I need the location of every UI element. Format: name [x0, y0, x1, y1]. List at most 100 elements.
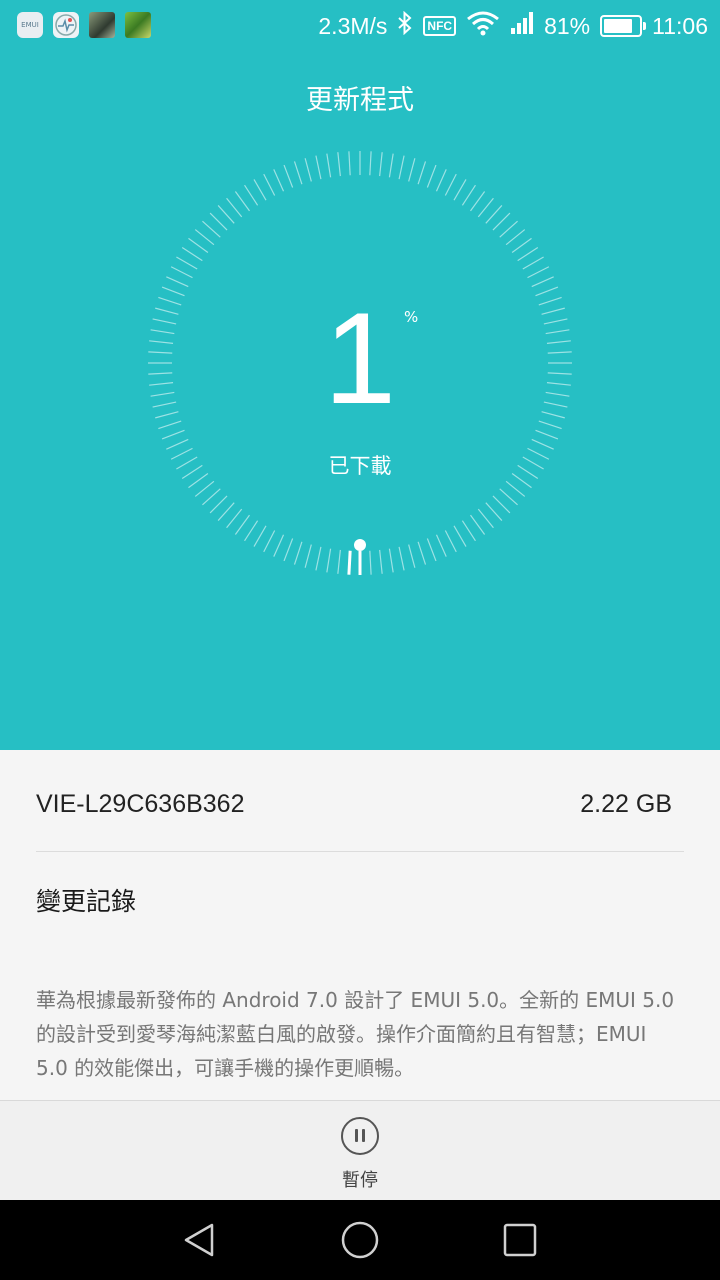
progress-tick	[293, 161, 303, 185]
progress-tick	[379, 152, 383, 177]
progress-tick	[531, 438, 554, 450]
progress-tick	[337, 549, 341, 574]
progress-tick	[347, 550, 352, 575]
progress-tick	[273, 169, 285, 192]
progress-tick	[477, 508, 494, 529]
wifi-icon	[466, 10, 500, 42]
progress-percent-sign: %	[404, 308, 419, 326]
emui-icon: EMUI	[17, 12, 43, 38]
progress-label: 已下載	[328, 454, 392, 478]
progress-tick	[492, 495, 511, 514]
progress-tick	[453, 525, 467, 547]
progress-tick	[453, 179, 467, 201]
progress-tick	[435, 169, 447, 192]
progress-tick	[188, 237, 209, 253]
progress-tick	[166, 438, 189, 450]
progress-tick	[194, 480, 215, 497]
progress-tick	[398, 155, 405, 180]
recents-icon[interactable]	[503, 1223, 537, 1257]
progress-tick	[217, 502, 235, 521]
progress-tick	[505, 229, 526, 246]
progress-tick	[273, 534, 285, 557]
progress-tick	[408, 544, 416, 568]
clock: 11:06	[652, 12, 708, 39]
progress-tick	[426, 538, 437, 562]
progress-tick	[244, 184, 259, 206]
progress-tick	[511, 237, 532, 253]
progress-tick	[499, 220, 518, 238]
progress-tick	[326, 548, 332, 573]
status-bar: EMUI 2.3M/s NFC 81% 11:06	[0, 0, 720, 52]
pause-button-label[interactable]: 暫停	[0, 1166, 720, 1192]
progress-tick	[369, 151, 372, 176]
battery-fill	[604, 19, 633, 33]
progress-tick	[417, 541, 427, 565]
progress-tick	[505, 480, 526, 497]
battery-percent: 81%	[544, 12, 591, 39]
progress-tick	[176, 256, 198, 270]
progress-tick	[253, 179, 267, 201]
navigation-bar	[0, 1200, 720, 1280]
progress-tick	[293, 541, 303, 565]
progress-tick	[499, 488, 518, 506]
progress-tick	[194, 229, 215, 246]
app-thumbnail-icon	[125, 12, 151, 38]
progress-tick	[435, 534, 447, 557]
progress-tick	[283, 164, 294, 188]
photo-thumbnail-icon	[89, 12, 115, 38]
progress-tick	[470, 191, 486, 212]
progress-tick	[517, 247, 539, 262]
progress-tick	[461, 520, 476, 542]
pause-bar-right	[362, 1129, 365, 1142]
cellular-signal-icon	[510, 11, 534, 41]
changelog-body: 華為根據最新發佈的 Android 7.0 設計了 EMUI 5.0。全新的 E…	[36, 988, 675, 1080]
progress-tick	[181, 247, 203, 262]
package-size: 2.22 GB	[580, 790, 672, 818]
progress-tick	[535, 429, 559, 440]
progress-tick	[304, 544, 312, 568]
progress-tick	[226, 508, 243, 529]
progress-tick	[485, 502, 503, 521]
progress-tick	[426, 164, 437, 188]
progress-tick	[408, 158, 416, 182]
progress-tick	[379, 549, 383, 574]
progress-tick	[388, 153, 394, 178]
progress-tick	[477, 197, 494, 218]
page-title: 更新程式	[306, 85, 414, 116]
package-info-row: VIE-L29C636B362 2.22 GB	[36, 790, 672, 819]
pause-icon[interactable]	[341, 1117, 379, 1155]
back-icon[interactable]	[182, 1222, 218, 1258]
network-speed: 2.3M/s	[318, 12, 388, 39]
bluetooth-icon	[397, 10, 413, 41]
nfc-icon: NFC	[423, 16, 457, 36]
changelog-title: 變更記錄	[36, 887, 137, 916]
progress-tick	[388, 548, 394, 573]
progress-tick	[304, 158, 312, 182]
progress-tick	[470, 514, 486, 535]
progress-tick	[209, 495, 228, 514]
progress-tick	[244, 520, 259, 542]
divider	[36, 851, 684, 852]
emui-badge-text: EMUI	[21, 21, 39, 29]
pause-bar-left	[355, 1129, 358, 1142]
progress-tick	[337, 152, 341, 177]
progress-tick	[444, 173, 457, 196]
progress-tick	[398, 546, 405, 571]
progress-tick	[253, 525, 267, 547]
progress-tick	[209, 212, 228, 231]
progress-tick	[527, 266, 550, 279]
progress-tick	[166, 276, 189, 288]
progress-tick	[263, 530, 276, 553]
progress-indicator-dot	[354, 539, 366, 551]
progress-tick	[283, 538, 294, 562]
package-version: VIE-L29C636B362	[36, 790, 245, 818]
progress-tick	[522, 256, 544, 270]
status-indicators: 2.3M/s NFC 81% 11:06	[308, 9, 708, 43]
progress-tick	[369, 550, 372, 575]
progress-tick	[202, 220, 221, 238]
health-icon	[53, 12, 79, 38]
progress-tick	[217, 205, 235, 224]
progress-tick	[161, 429, 185, 440]
progress-tick	[492, 212, 511, 231]
home-icon[interactable]	[341, 1221, 379, 1259]
